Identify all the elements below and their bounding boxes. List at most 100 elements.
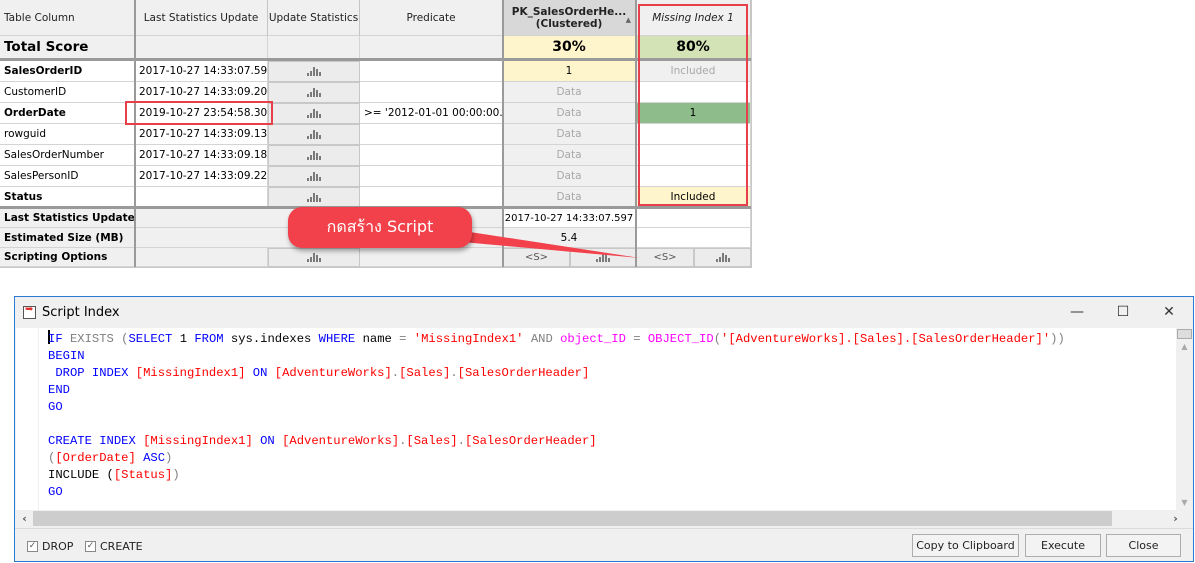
header-missing-index-1[interactable]: Missing Index 1 [636,0,751,36]
column-divider [134,0,136,267]
dialog-titlebar[interactable]: Script Index — ☐ ✕ [15,297,1193,327]
update-statistics-button[interactable] [268,166,360,187]
minimize-button[interactable]: — [1054,297,1100,327]
editor-gutter [16,328,39,510]
missing-index-key-cell [636,145,751,166]
update-statistics-button[interactable] [268,61,360,82]
footer-estimated-size-label: Estimated Size (MB) [0,228,135,248]
script-pk-index-button[interactable]: <S> [503,248,570,267]
code-token: . [457,434,465,448]
header-index-pk-salesorderheader[interactable]: PK_SalesOrderHe... (Clustered) ▲ [503,0,636,36]
update-statistics-all-button[interactable] [268,248,360,267]
code-token: SELECT [128,332,173,346]
total-score-pk-index: 30% [503,36,636,59]
update-statistics-button[interactable] [268,187,360,208]
code-token: DROP INDEX [48,366,136,380]
code-token: AND [523,332,561,346]
execute-button[interactable]: Execute [1025,534,1101,557]
scroll-left-icon[interactable]: ‹ [16,510,33,527]
horizontal-scrollbar[interactable]: ‹ › [16,510,1193,527]
column-name: SalesOrderID [0,61,135,82]
statistics-chart-icon [307,130,321,139]
drop-checkbox[interactable]: ✓ DROP [27,540,73,553]
close-button[interactable]: Close [1106,534,1181,557]
code-token: WHERE [318,332,356,346]
code-token: 1 [172,332,195,346]
copy-to-clipboard-button[interactable]: Copy to Clipboard [912,534,1019,557]
predicate [360,145,503,166]
predicate [360,124,503,145]
code-token: [MissingIndex1] [135,366,246,380]
update-statistics-button[interactable] [268,82,360,103]
code-token: 'MissingIndex1' [413,332,524,346]
code-token: . [391,366,400,380]
scroll-thumb[interactable] [1177,329,1192,339]
update-statistics-button[interactable] [268,124,360,145]
total-score-empty [268,36,360,59]
header-predicate[interactable]: Predicate [360,0,503,36]
scroll-down-icon[interactable]: ▼ [1176,498,1193,507]
scroll-up-icon[interactable]: ▲ [1176,342,1193,351]
script-code[interactable]: IF EXISTS (SELECT 1 FROM sys.indexes WHE… [48,330,1065,501]
maximize-button[interactable]: ☐ [1100,297,1146,327]
column-divider [502,0,504,267]
code-token: '[AdventureWorks].[Sales].[SalesOrderHea… [721,332,1051,346]
statistics-missing-index-button[interactable] [694,248,751,267]
index-type: (Clustered) [535,18,603,30]
column-name: rowguid [0,124,135,145]
footer-last-statistics-label: Last Statistics Update [0,209,135,228]
close-window-button[interactable]: ✕ [1146,297,1192,327]
statistics-chart-icon [307,193,321,202]
missing-index-key-cell: Included [636,187,751,208]
last-statistics-update: 2017-10-27 14:33:09.203 [135,82,268,103]
missing-index-key-cell: 1 [636,103,751,124]
column-name: SalesPersonID [0,166,135,187]
footer-empty [360,248,503,267]
code-token: [SalesOrderHeader] [464,434,597,448]
checkbox-checked-icon: ✓ [27,541,38,552]
code-token: GO [48,485,63,499]
code-token: name [355,332,400,346]
code-token: [SalesOrderHeader] [457,366,590,380]
code-token: ( [713,332,722,346]
statistics-pk-index-button[interactable] [570,248,636,267]
pk-index-key-cell: Data [503,145,636,166]
script-editor[interactable]: IF EXISTS (SELECT 1 FROM sys.indexes WHE… [16,328,1176,510]
missing-index-key-cell: Included [636,61,751,82]
index-name: PK_SalesOrderHe... [511,6,627,18]
header-table-column[interactable]: Table Column [0,0,135,36]
last-statistics-update: 2017-10-27 14:33:09.180 [135,145,268,166]
code-token: [AdventureWorks] [274,366,392,380]
last-statistics-update: 2017-10-27 14:33:09.130 [135,124,268,145]
code-token: sys.indexes [223,332,319,346]
missing-index-key-cell [636,166,751,187]
vertical-scrollbar[interactable]: ▲ ▼ [1176,328,1193,510]
total-score-label: Total Score [0,36,135,59]
callout-create-script: กดสร้าง Script [288,207,472,248]
scroll-thumb[interactable] [33,511,1112,526]
create-label: CREATE [100,540,143,553]
header-update-statistics[interactable]: Update Statistics [268,0,360,36]
statistics-chart-icon [307,151,321,160]
script-missing-index-button[interactable]: <S> [636,248,694,267]
scroll-right-icon[interactable]: › [1167,510,1184,527]
update-statistics-button[interactable] [268,103,360,124]
pk-index-key-cell: Data [503,82,636,103]
missing-index-key-cell [636,124,751,145]
total-score-empty [360,36,503,59]
statistics-chart-icon [307,109,321,118]
dialog-footer: ✓ DROP ✓ CREATE Copy to Clipboard Execut… [15,528,1193,563]
column-divider [635,0,637,267]
header-last-statistics-update[interactable]: Last Statistics Update [135,0,268,36]
checkbox-checked-icon: ✓ [85,541,96,552]
column-name: SalesOrderNumber [0,145,135,166]
update-statistics-button[interactable] [268,145,360,166]
pk-index-key-cell: Data [503,166,636,187]
column-name: CustomerID [0,82,135,103]
predicate [360,166,503,187]
code-token: ASC [135,451,166,465]
code-token: ON [245,366,275,380]
script-app-icon [23,304,36,319]
create-checkbox[interactable]: ✓ CREATE [85,540,143,553]
code-token: INCLUDE ( [48,468,114,482]
